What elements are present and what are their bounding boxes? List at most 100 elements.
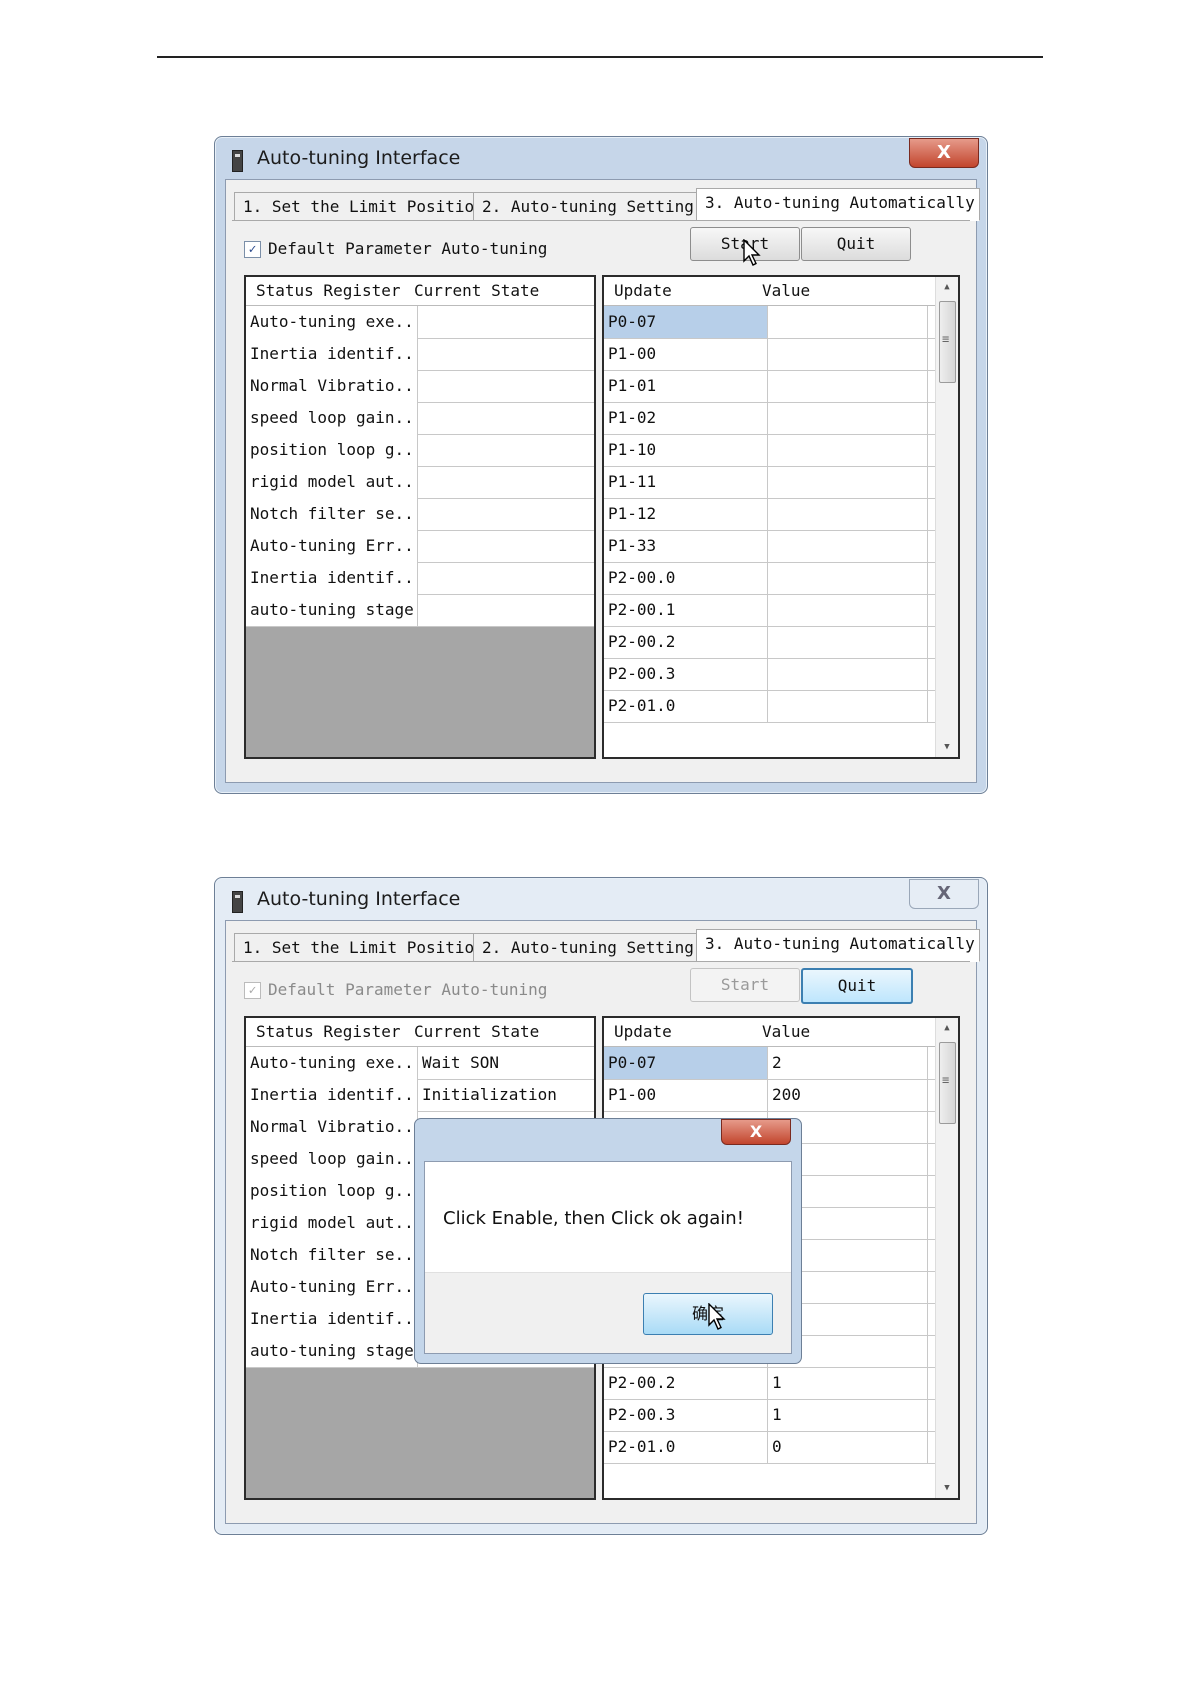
- row-label-cell[interactable]: Inertia identif...: [246, 338, 418, 370]
- close-button[interactable]: X: [909, 138, 979, 168]
- column-header[interactable]: Status Register: [256, 281, 401, 300]
- row-label-cell[interactable]: Normal Vibratio...: [246, 370, 418, 402]
- tab-auto-tuning-automatically[interactable]: 3. Auto-tuning Automatically: [696, 188, 980, 221]
- close-button[interactable]: X: [909, 879, 979, 909]
- table-row[interactable]: P1-11: [604, 466, 958, 499]
- table-row[interactable]: P1-12: [604, 498, 958, 531]
- table-row[interactable]: Auto-tuning Err...: [246, 530, 594, 563]
- row-value-cell[interactable]: [418, 402, 590, 434]
- default-parameter-checkbox[interactable]: ✓: [244, 982, 261, 999]
- scroll-thumb[interactable]: [939, 301, 956, 383]
- table-row[interactable]: P0-07: [604, 306, 958, 339]
- row-label-cell[interactable]: speed loop gain...: [246, 402, 418, 434]
- table-row[interactable]: Normal Vibratio...: [246, 370, 594, 403]
- row-value-cell[interactable]: [768, 594, 928, 626]
- scroll-down-icon[interactable]: ▼: [936, 737, 958, 757]
- row-label-cell[interactable]: P1-00: [604, 1079, 768, 1111]
- row-label-cell[interactable]: P2-00.1: [604, 594, 768, 626]
- table-row[interactable]: P1-00: [604, 338, 958, 371]
- scroll-up-icon[interactable]: ▲: [936, 277, 958, 297]
- row-label-cell[interactable]: P1-33: [604, 530, 768, 562]
- row-label-cell[interactable]: P1-11: [604, 466, 768, 498]
- column-header[interactable]: Current State: [414, 281, 539, 300]
- row-label-cell[interactable]: P2-00.3: [604, 658, 768, 690]
- row-label-cell[interactable]: position loop g...: [246, 434, 418, 466]
- row-value-cell[interactable]: [768, 306, 928, 338]
- tab-set-limit-position[interactable]: 1. Set the Limit Position: [234, 192, 484, 221]
- table-row[interactable]: P2-00.2: [604, 626, 958, 659]
- start-button[interactable]: Start: [690, 968, 800, 1002]
- row-label-cell[interactable]: auto-tuning stage: [246, 1335, 418, 1367]
- table-row[interactable]: P0-07 2: [604, 1047, 958, 1080]
- scroll-down-icon[interactable]: ▼: [936, 1478, 958, 1498]
- title-bar[interactable]: Auto-tuning Interface X: [215, 878, 987, 920]
- table-row[interactable]: P2-00.3: [604, 658, 958, 691]
- table-row[interactable]: speed loop gain...: [246, 402, 594, 435]
- row-label-cell[interactable]: P2-00.2: [604, 626, 768, 658]
- column-header[interactable]: Current State: [414, 1022, 539, 1041]
- row-label-cell[interactable]: auto-tuning stage: [246, 594, 418, 626]
- row-value-cell[interactable]: [768, 434, 928, 466]
- table-row[interactable]: Inertia identif...: [246, 562, 594, 595]
- quit-button[interactable]: Quit: [801, 227, 911, 261]
- table-row[interactable]: P1-02: [604, 402, 958, 435]
- row-value-cell[interactable]: [768, 402, 928, 434]
- row-value-cell[interactable]: [418, 306, 590, 338]
- row-value-cell[interactable]: [418, 370, 590, 402]
- row-label-cell[interactable]: P1-02: [604, 402, 768, 434]
- table-row[interactable]: Auto-tuning exe...: [246, 306, 594, 339]
- table-row[interactable]: P2-01.0 0: [604, 1431, 958, 1464]
- row-value-cell[interactable]: [768, 466, 928, 498]
- row-value-cell[interactable]: Wait SON: [418, 1047, 590, 1079]
- row-label-cell[interactable]: speed loop gain...: [246, 1143, 418, 1175]
- row-value-cell[interactable]: [418, 498, 590, 530]
- table-row[interactable]: P1-01: [604, 370, 958, 403]
- row-label-cell[interactable]: position loop g...: [246, 1175, 418, 1207]
- row-value-cell[interactable]: [418, 434, 590, 466]
- table-row[interactable]: P2-01.0: [604, 690, 958, 723]
- column-header[interactable]: Value: [762, 281, 810, 300]
- row-label-cell[interactable]: rigid model aut...: [246, 466, 418, 498]
- table-row[interactable]: P2-00.1: [604, 594, 958, 627]
- row-label-cell[interactable]: P2-01.0: [604, 690, 768, 722]
- row-label-cell[interactable]: P2-00.2: [604, 1367, 768, 1399]
- row-label-cell[interactable]: P2-01.0: [604, 1431, 768, 1463]
- row-label-cell[interactable]: P2-00.0: [604, 562, 768, 594]
- row-value-cell[interactable]: 0: [768, 1431, 928, 1463]
- row-label-cell[interactable]: Normal Vibratio...: [246, 1111, 418, 1143]
- row-label-cell[interactable]: rigid model aut...: [246, 1207, 418, 1239]
- row-label-cell[interactable]: P1-01: [604, 370, 768, 402]
- row-label-cell[interactable]: Auto-tuning Err...: [246, 530, 418, 562]
- row-label-cell[interactable]: Inertia identif...: [246, 562, 418, 594]
- row-value-cell[interactable]: [768, 498, 928, 530]
- table-row[interactable]: Inertia identif... Initialization: [246, 1079, 594, 1112]
- table-row[interactable]: P2-00.2 1: [604, 1367, 958, 1400]
- row-value-cell[interactable]: Initialization: [418, 1079, 590, 1111]
- table-row[interactable]: P1-00 200: [604, 1079, 958, 1112]
- row-label-cell[interactable]: P2-00.3: [604, 1399, 768, 1431]
- row-value-cell[interactable]: 1: [768, 1367, 928, 1399]
- row-label-cell[interactable]: Notch filter se...: [246, 498, 418, 530]
- row-value-cell[interactable]: 2: [768, 1047, 928, 1079]
- row-value-cell[interactable]: [418, 466, 590, 498]
- column-header[interactable]: Update: [614, 281, 672, 300]
- table-row[interactable]: P1-10: [604, 434, 958, 467]
- row-value-cell[interactable]: [768, 370, 928, 402]
- table-row[interactable]: rigid model aut...: [246, 466, 594, 499]
- row-label-cell[interactable]: P0-07: [604, 1047, 768, 1079]
- tab-set-limit-position[interactable]: 1. Set the Limit Position: [234, 933, 484, 962]
- row-value-cell[interactable]: [418, 562, 590, 594]
- row-value-cell[interactable]: [768, 658, 928, 690]
- row-value-cell[interactable]: 1: [768, 1399, 928, 1431]
- row-value-cell[interactable]: 200: [768, 1079, 928, 1111]
- row-value-cell[interactable]: [418, 594, 590, 626]
- vertical-scrollbar[interactable]: ▲ ▼: [935, 277, 958, 757]
- row-value-cell[interactable]: [418, 338, 590, 370]
- row-label-cell[interactable]: Auto-tuning Err...: [246, 1271, 418, 1303]
- tab-auto-tuning-setting[interactable]: 2. Auto-tuning Setting: [473, 933, 702, 962]
- tab-auto-tuning-setting[interactable]: 2. Auto-tuning Setting: [473, 192, 702, 221]
- table-row[interactable]: Auto-tuning exe... Wait SON: [246, 1047, 594, 1080]
- column-header[interactable]: Value: [762, 1022, 810, 1041]
- row-value-cell[interactable]: [768, 338, 928, 370]
- row-label-cell[interactable]: P1-00: [604, 338, 768, 370]
